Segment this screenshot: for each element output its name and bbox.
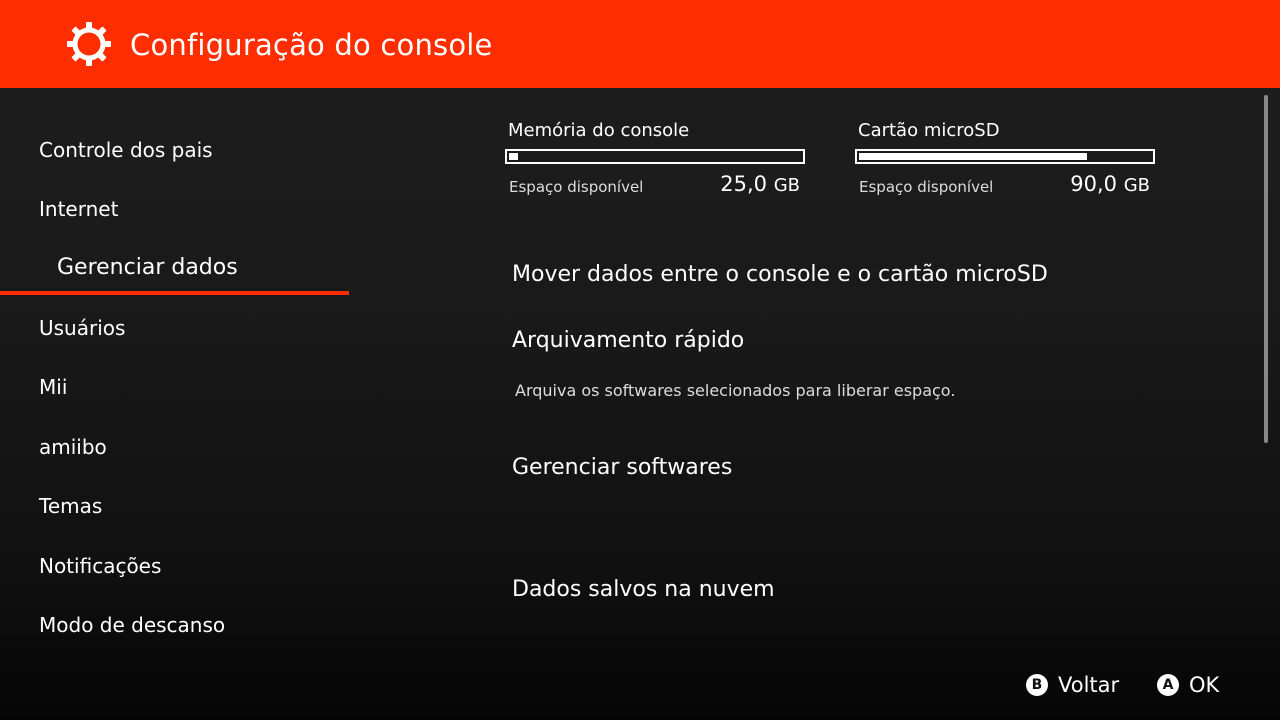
microsd-bar-fill [859,153,1087,160]
sidebar-item-parental-controls[interactable]: Controle dos pais [39,137,213,163]
microsd-title: Cartão microSD [858,120,1000,141]
sidebar-item-themes[interactable]: Temas [39,493,102,519]
console-memory-title: Memória do console [508,120,690,141]
sidebar-item-sleep-mode[interactable]: Modo de descanso [39,612,225,638]
cloud-saves-option[interactable]: Dados salvos na nuvem [512,576,775,604]
gear-icon [67,22,111,66]
console-available-value: 25,0 GB [720,172,800,196]
sidebar-item-mii[interactable]: Mii [39,374,67,400]
a-button-icon: A [1157,674,1179,696]
selection-indicator [0,291,349,295]
sidebar-item-amiibo[interactable]: amiibo [39,434,107,460]
page-title: Configuração do console [130,28,493,62]
microsd-available-label: Espaço disponível [859,178,994,196]
sidebar-item-notifications[interactable]: Notificações [39,553,161,579]
sidebar-item-users[interactable]: Usuários [39,315,125,341]
console-available-label: Espaço disponível [509,178,644,196]
move-data-option[interactable]: Mover dados entre o console e o cartão m… [512,261,1048,289]
b-button-icon: B [1026,674,1048,696]
sidebar-item-data-management[interactable]: Gerenciar dados [57,255,238,281]
header-bar: Configuração do console [0,0,1280,88]
console-memory-bar [505,149,805,164]
quick-archive-description: Arquiva os softwares selecionados para l… [515,381,956,400]
console-memory-bar-fill [509,153,518,160]
ok-button[interactable]: A OK [1157,671,1219,699]
back-button[interactable]: B Voltar [1026,671,1119,699]
quick-archive-option[interactable]: Arquivamento rápido [512,327,744,355]
back-label: Voltar [1058,673,1120,697]
microsd-available-value: 90,0 GB [1070,172,1150,196]
manage-software-option[interactable]: Gerenciar softwares [512,454,732,482]
sidebar-item-internet[interactable]: Internet [39,196,118,222]
scrollbar[interactable] [1264,95,1268,443]
microsd-bar [855,149,1155,164]
ok-label: OK [1189,673,1220,697]
